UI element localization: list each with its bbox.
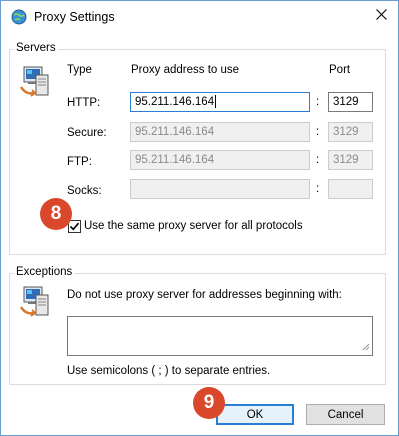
globe-network-icon xyxy=(11,9,27,25)
resize-grip-icon xyxy=(362,342,370,354)
exceptions-hint: Use semicolons ( ; ) to separate entries… xyxy=(67,365,271,377)
secure-label: Secure: xyxy=(67,127,107,139)
exceptions-group-label: Exceptions xyxy=(14,266,75,278)
network-computer-icon xyxy=(18,65,52,102)
http-port-input[interactable]: 3129 xyxy=(328,92,373,112)
same-proxy-label[interactable]: Use the same proxy server for all protoc… xyxy=(84,220,303,232)
ftp-address-input[interactable]: 95.211.146.164 xyxy=(130,150,310,170)
step-badge-8: 8 xyxy=(40,198,72,230)
column-header-type: Type xyxy=(67,64,92,76)
http-address-input[interactable]: 95.211.146.164 xyxy=(130,92,310,112)
column-header-port: Port xyxy=(329,64,351,76)
socks-address-input[interactable] xyxy=(130,179,310,199)
proxy-settings-dialog: Proxy Settings Servers Type Proxy addres… xyxy=(0,0,399,436)
exceptions-description: Do not use proxy server for addresses be… xyxy=(67,289,342,301)
exceptions-textarea[interactable] xyxy=(67,316,373,356)
same-proxy-checkbox[interactable] xyxy=(68,220,81,233)
secure-port-input[interactable]: 3129 xyxy=(328,122,373,142)
colon-separator: : xyxy=(316,126,320,138)
ok-button[interactable]: OK xyxy=(216,404,294,425)
close-icon xyxy=(375,9,387,23)
socks-label: Socks: xyxy=(67,185,102,197)
ftp-port-input[interactable]: 3129 xyxy=(328,150,373,170)
window-title: Proxy Settings xyxy=(34,10,115,24)
title-bar: Proxy Settings xyxy=(1,1,398,33)
colon-separator: : xyxy=(316,183,320,195)
network-computer-icon xyxy=(18,285,52,322)
colon-separator: : xyxy=(316,96,320,108)
secure-address-input[interactable]: 95.211.146.164 xyxy=(130,122,310,142)
checkmark-icon xyxy=(69,222,80,231)
http-label: HTTP: xyxy=(67,97,101,109)
cancel-button[interactable]: Cancel xyxy=(306,404,385,425)
column-header-address: Proxy address to use xyxy=(131,64,240,76)
colon-separator: : xyxy=(316,154,320,166)
ftp-label: FTP: xyxy=(67,156,92,168)
close-button[interactable] xyxy=(364,1,398,31)
socks-port-input[interactable] xyxy=(328,179,373,199)
step-badge-9: 9 xyxy=(193,387,225,419)
servers-group-label: Servers xyxy=(14,42,58,54)
